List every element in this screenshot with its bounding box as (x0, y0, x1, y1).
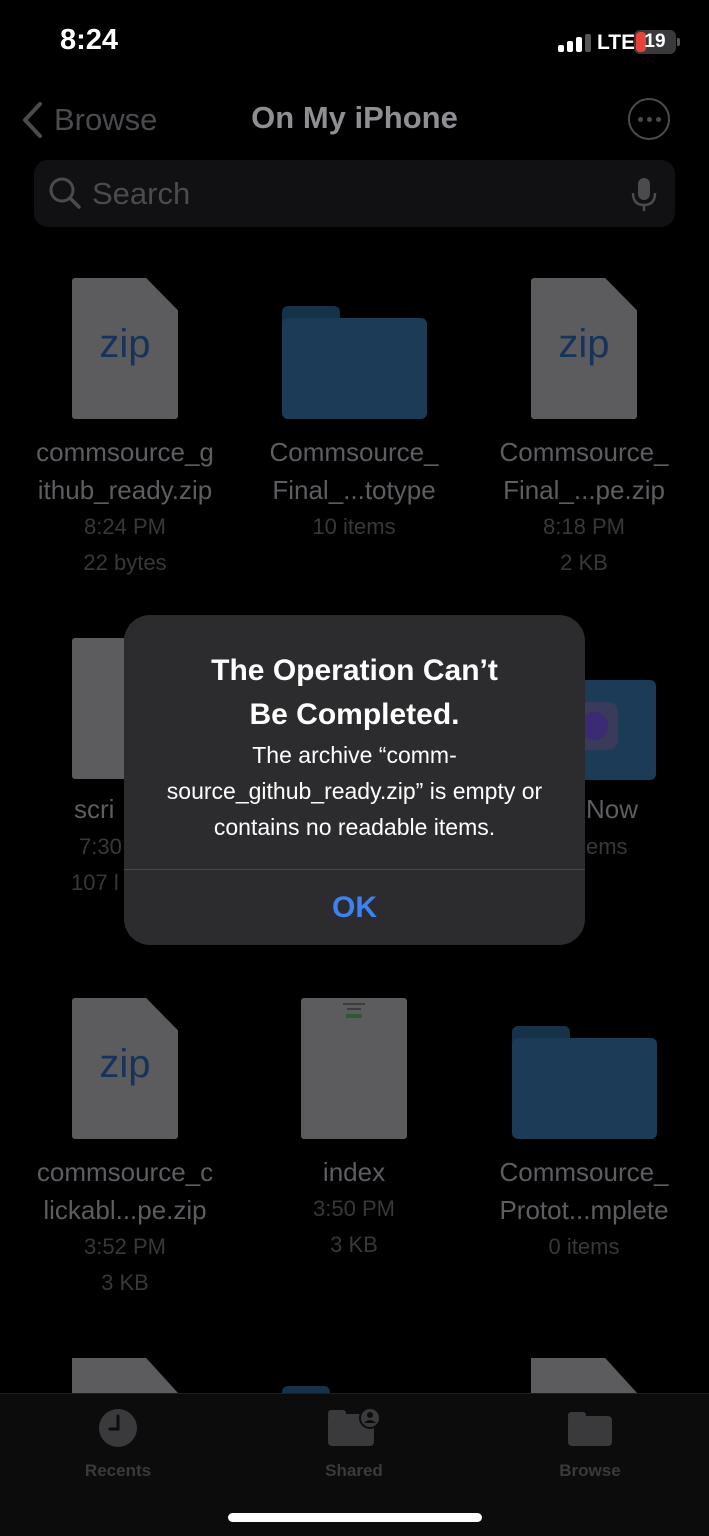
file-name-partial: Now (586, 794, 639, 824)
ellipsis-icon (637, 116, 643, 122)
file-item[interactable]: zip commsource_g ithub_ready.zip 8:24 PM… (10, 278, 240, 578)
alert-message: The archive “comm-source_github_ready.zi… (166, 742, 543, 840)
tab-recents[interactable]: Recents (38, 1406, 198, 1481)
file-name: lickabl...pe.zip (43, 1195, 207, 1225)
file-name: Commsource_ (499, 1157, 669, 1187)
file-item[interactable]: zip commsource_c lickabl...pe.zip 3:52 P… (10, 998, 240, 1298)
file-name: Commsource_ (269, 437, 439, 467)
file-name: Final_...totype (272, 475, 436, 505)
file-name: ithub_ready.zip (37, 475, 213, 505)
file-date: 3:52 PM (84, 1234, 166, 1259)
status-time: 8:24 (60, 24, 119, 56)
tab-shared[interactable]: Shared (274, 1406, 434, 1481)
tab-browse[interactable]: Browse (510, 1406, 670, 1481)
ok-button[interactable]: OK (124, 870, 585, 945)
file-name: Commsource_ (499, 437, 669, 467)
home-indicator[interactable] (228, 1513, 482, 1522)
signal-strength-icon (558, 34, 592, 52)
file-size: 3 KB (330, 1232, 378, 1257)
search-field[interactable]: Search (34, 160, 675, 227)
file-name: commsource_g (36, 437, 214, 467)
navigation-bar: Browse On My iPhone (0, 90, 709, 150)
zip-file-icon: zip (72, 278, 178, 419)
file-size: 22 bytes (83, 550, 167, 575)
file-thumbnail-partial (72, 1358, 178, 1393)
folder-item-count-partial: ems (586, 834, 628, 859)
tab-label: Shared (325, 1461, 383, 1480)
folder-icon (282, 306, 427, 419)
folder-item-count: 0 items (548, 1234, 620, 1259)
file-thumbnail-partial (531, 1358, 637, 1393)
file-date: 8:24 PM (84, 514, 166, 539)
zip-file-icon: zip (531, 278, 637, 419)
file-name: index (322, 1157, 386, 1187)
folder-icon (512, 1026, 657, 1139)
battery-level: 19 (644, 31, 666, 52)
zip-file-icon: zip (72, 998, 178, 1139)
file-item[interactable]: zip Commsource_ Final_...pe.zip 8:18 PM … (469, 278, 699, 578)
folder-thumbnail-partial (282, 1386, 330, 1393)
tab-label: Recents (84, 1461, 152, 1480)
search-icon (49, 177, 81, 209)
file-name: Final_...pe.zip (503, 475, 665, 505)
status-bar: 8:24 LTE 19 (0, 0, 709, 86)
html-document-icon (301, 998, 407, 1139)
battery-icon: 19 (634, 30, 676, 54)
battery-tip (677, 38, 680, 46)
page-title: On My iPhone (251, 100, 458, 135)
search-placeholder: Search (92, 176, 191, 211)
file-size-partial: 107 l (71, 870, 119, 895)
file-size: 3 KB (101, 1270, 149, 1295)
file-item[interactable]: index 3:50 PM 3 KB (239, 998, 469, 1298)
file-name: Protot...mplete (499, 1195, 669, 1225)
file-date: 3:50 PM (313, 1196, 395, 1221)
clock-icon (99, 1409, 137, 1447)
microphone-icon[interactable] (630, 176, 658, 214)
file-date: 8:18 PM (543, 514, 625, 539)
folder-item[interactable]: Commsource_ Final_...totype 10 items (239, 278, 469, 578)
file-name-partial: scri (74, 794, 115, 824)
network-type: LTE (597, 31, 636, 54)
shared-folder-icon (328, 1407, 381, 1446)
more-options-button[interactable] (628, 98, 670, 140)
file-size: 2 KB (560, 550, 608, 575)
folder-icon (568, 1412, 612, 1446)
file-name: commsource_c (36, 1157, 214, 1187)
file-date-partial: 7:30 (79, 834, 122, 859)
tab-label: Browse (559, 1461, 621, 1480)
folder-item-count: 10 items (312, 514, 396, 539)
alert-title: The Operation Can’t Be Completed. (211, 654, 498, 731)
folder-item[interactable]: Commsource_ Protot...mplete 0 items (469, 998, 699, 1298)
error-alert-dialog: The Operation Can’t Be Completed. The ar… (124, 615, 585, 945)
